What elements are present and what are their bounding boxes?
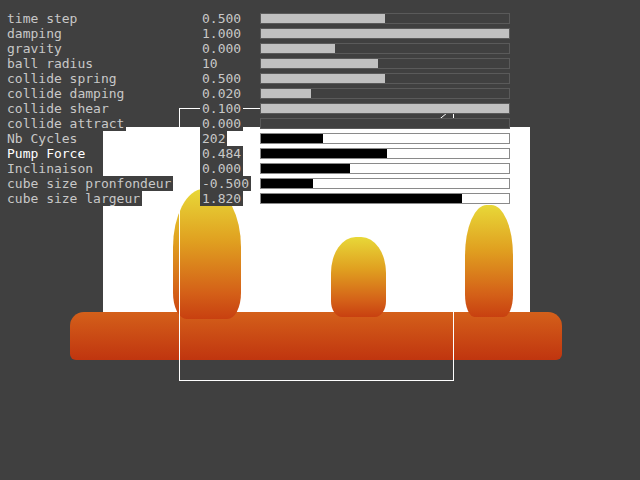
parameter-label: Nb Cycles (5, 131, 79, 146)
parameter-row: damping 1.000 (0, 26, 510, 41)
slider-fill (261, 149, 387, 158)
parameter-row: Inclinaison 0.000 (0, 161, 510, 176)
parameter-row: collide attract 0.000 (0, 116, 510, 131)
slider-fill (261, 134, 323, 143)
parameter-label: cube size pronfondeur (5, 176, 173, 191)
parameter-label: collide spring (5, 71, 119, 86)
slider-fill (261, 104, 509, 113)
parameter-row: cube size pronfondeur -0.500 (0, 176, 510, 191)
parameter-slider[interactable] (260, 43, 510, 54)
slider-fill (261, 179, 313, 188)
parameter-slider[interactable] (260, 103, 510, 114)
parameter-slider[interactable] (260, 88, 510, 99)
parameter-slider[interactable] (260, 73, 510, 84)
parameter-label: time step (5, 11, 79, 26)
parameter-label: cube size largeur (5, 191, 142, 206)
parameter-row: Pump Force 0.484 (0, 146, 510, 161)
parameter-value: 0.500 (200, 71, 243, 86)
parameter-label: collide attract (5, 116, 126, 131)
parameter-slider[interactable] (260, 13, 510, 24)
parameter-slider[interactable] (260, 193, 510, 204)
parameter-slider[interactable] (260, 148, 510, 159)
parameter-row: gravity 0.000 (0, 41, 510, 56)
parameter-slider[interactable] (260, 163, 510, 174)
parameter-slider[interactable] (260, 178, 510, 189)
parameter-label: Pump Force (5, 146, 87, 161)
slider-fill (261, 29, 509, 38)
simulation-viewport[interactable] (103, 127, 530, 360)
particle-plume (331, 237, 386, 317)
parameter-row: collide shear 0.100 (0, 101, 510, 116)
slider-fill (261, 44, 335, 53)
particle-plume (465, 205, 513, 317)
parameter-value: 1.000 (200, 26, 243, 41)
parameter-value: 1.820 (200, 191, 243, 206)
slider-fill (261, 74, 385, 83)
parameter-value: -0.500 (200, 176, 251, 191)
parameter-panel: time step0.500damping1.000gravity0.000ba… (0, 0, 510, 206)
parameter-value: 0.500 (200, 11, 243, 26)
parameter-value: 202 (200, 131, 227, 146)
parameter-value: 0.000 (200, 116, 243, 131)
parameter-label: damping (5, 26, 64, 41)
parameter-label: Inclinaison (5, 161, 95, 176)
parameter-label: collide damping (5, 86, 126, 101)
slider-fill (261, 194, 462, 203)
parameter-value: 0.000 (200, 41, 243, 56)
parameter-slider[interactable] (260, 28, 510, 39)
parameter-value: 0.484 (200, 146, 243, 161)
parameter-label: gravity (5, 41, 64, 56)
parameter-label: collide shear (5, 101, 111, 116)
slider-fill (261, 59, 378, 68)
parameter-row: collide damping 0.020 (0, 86, 510, 101)
particle-plume (173, 189, 241, 319)
parameter-slider[interactable] (260, 118, 510, 129)
simulation-screen: time step0.500damping1.000gravity0.000ba… (0, 0, 640, 480)
parameter-row: ball radius 10 (0, 56, 510, 71)
parameter-value: 0.100 (200, 101, 243, 116)
parameter-value: 10 (200, 56, 220, 71)
slider-fill (261, 89, 311, 98)
parameter-slider[interactable] (260, 58, 510, 69)
parameter-label: ball radius (5, 56, 95, 71)
parameter-value: 0.020 (200, 86, 243, 101)
parameter-value: 0.000 (200, 161, 243, 176)
parameter-row: time step 0.500 (0, 11, 510, 26)
particle-pool (70, 312, 562, 360)
parameter-slider[interactable] (260, 133, 510, 144)
parameter-row: cube size largeur 1.820 (0, 191, 510, 206)
parameter-row: Nb Cycles 202 (0, 131, 510, 146)
slider-fill (261, 14, 385, 23)
slider-fill (261, 164, 350, 173)
parameter-row: collide spring 0.500 (0, 71, 510, 86)
